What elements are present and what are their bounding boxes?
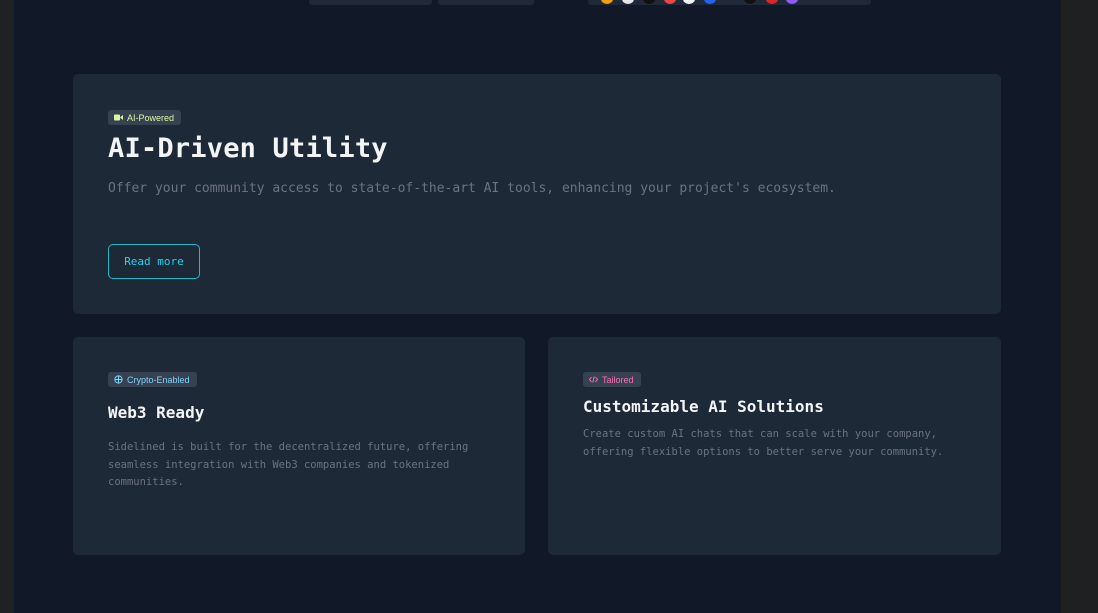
- hero-description: Offer your community access to state-of-…: [108, 181, 836, 196]
- card-title: Customizable AI Solutions: [583, 397, 824, 416]
- code-icon: [589, 376, 598, 383]
- badge-label: AI-Powered: [127, 112, 175, 123]
- scrollbar-track[interactable]: [1060, 0, 1098, 613]
- card-description: Create custom AI chats that can scale wi…: [583, 428, 944, 458]
- top-control-2[interactable]: [438, 0, 534, 5]
- page: AI-Powered AI-Driven Utility Offer your …: [14, 0, 1060, 613]
- ai-powered-badge: AI-Powered: [108, 110, 182, 125]
- crypto-enabled-badge: Crypto-Enabled: [108, 372, 197, 387]
- card-description: Sidelined is built for the decentralized…: [108, 441, 469, 488]
- network-icon: [114, 375, 123, 384]
- top-control-1[interactable]: [309, 0, 432, 5]
- badge-label: Tailored: [602, 374, 634, 385]
- feature-card-ai-utility: AI-Powered AI-Driven Utility Offer your …: [73, 74, 1001, 314]
- badge-label: Crypto-Enabled: [127, 374, 190, 385]
- read-more-button[interactable]: Read more: [108, 244, 200, 279]
- card-title: Web3 Ready: [108, 403, 205, 422]
- hero-title: AI-Driven Utility: [108, 133, 388, 164]
- feature-card-custom-ai: Tailored Customizable AI Solutions Creat…: [548, 337, 1001, 555]
- video-icon: [114, 114, 123, 121]
- tailored-badge: Tailored: [583, 372, 641, 387]
- feature-card-web3: Crypto-Enabled Web3 Ready Sidelined is b…: [73, 337, 525, 555]
